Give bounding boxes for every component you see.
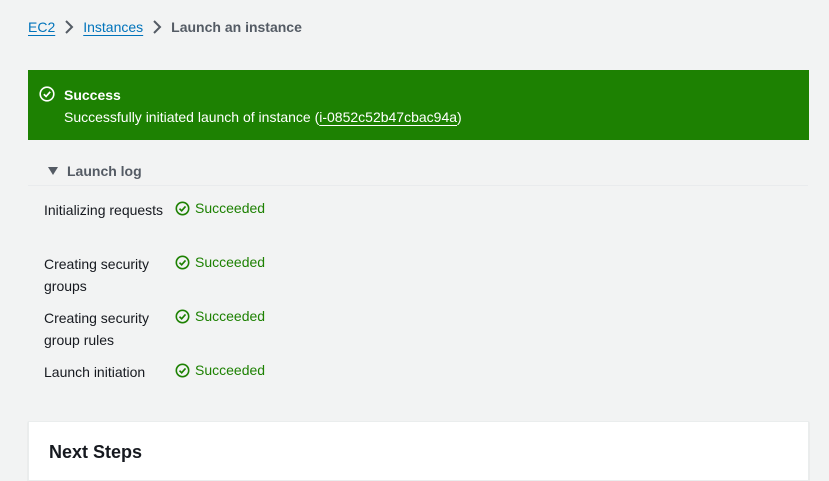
log-step-status-text: Succeeded (195, 254, 266, 270)
log-step-status: Succeeded (175, 252, 265, 272)
log-step-status-text: Succeeded (195, 308, 266, 324)
check-circle-icon (175, 201, 190, 215)
check-circle-icon (175, 309, 190, 323)
log-step-status-text: Succeeded (195, 200, 266, 216)
launch-log-title: Launch log (67, 162, 142, 179)
log-step-label: Launch initiation (44, 364, 146, 380)
launch-log-list: Initializing requests Succeeded Creating… (44, 194, 784, 386)
breadcrumb-instances-link[interactable]: Instances (83, 19, 143, 35)
check-circle-icon (175, 363, 190, 377)
log-row: Creating security group rules Succeeded (44, 302, 784, 356)
next-steps-card: Next Steps (28, 421, 809, 481)
log-step-status: Succeeded (175, 306, 265, 326)
check-circle-icon (39, 86, 55, 102)
log-step-label: Creating security groups (44, 256, 150, 294)
next-steps-title: Next Steps (49, 442, 143, 462)
instance-id-link[interactable]: i-0852c52b47cbac94a (319, 109, 457, 125)
flash-message: Successfully initiated launch of instanc… (64, 108, 462, 126)
breadcrumb-current-page: Launch an instance (171, 19, 302, 35)
check-circle-icon (175, 255, 190, 269)
flash-message-prefix: Successfully initiated launch of instanc… (64, 109, 320, 125)
caret-down-icon (48, 166, 58, 175)
chevron-right-icon (55, 17, 83, 37)
log-step-label: Creating security group rules (44, 310, 150, 348)
log-step-status: Succeeded (175, 360, 265, 380)
log-row: Creating security groups Succeeded (44, 248, 784, 302)
flash-title: Success (64, 87, 121, 103)
chevron-right-icon (143, 17, 171, 37)
log-row: Initializing requests Succeeded (44, 194, 784, 248)
success-flash-banner: Success Successfully initiated launch of… (28, 70, 809, 140)
launch-log-toggle[interactable]: Launch log (28, 156, 808, 186)
flash-message-suffix: ) (457, 109, 462, 125)
log-step-label: Initializing requests (44, 202, 164, 218)
breadcrumb-ec2-link[interactable]: EC2 (28, 19, 55, 35)
log-step-status: Succeeded (175, 198, 265, 218)
launch-log-section: Launch log Initializing requests Succeed… (28, 156, 809, 380)
log-row: Launch initiation Succeeded (44, 356, 784, 386)
log-step-status-text: Succeeded (195, 362, 266, 378)
breadcrumb: EC2 Instances Launch an instance (28, 17, 302, 37)
